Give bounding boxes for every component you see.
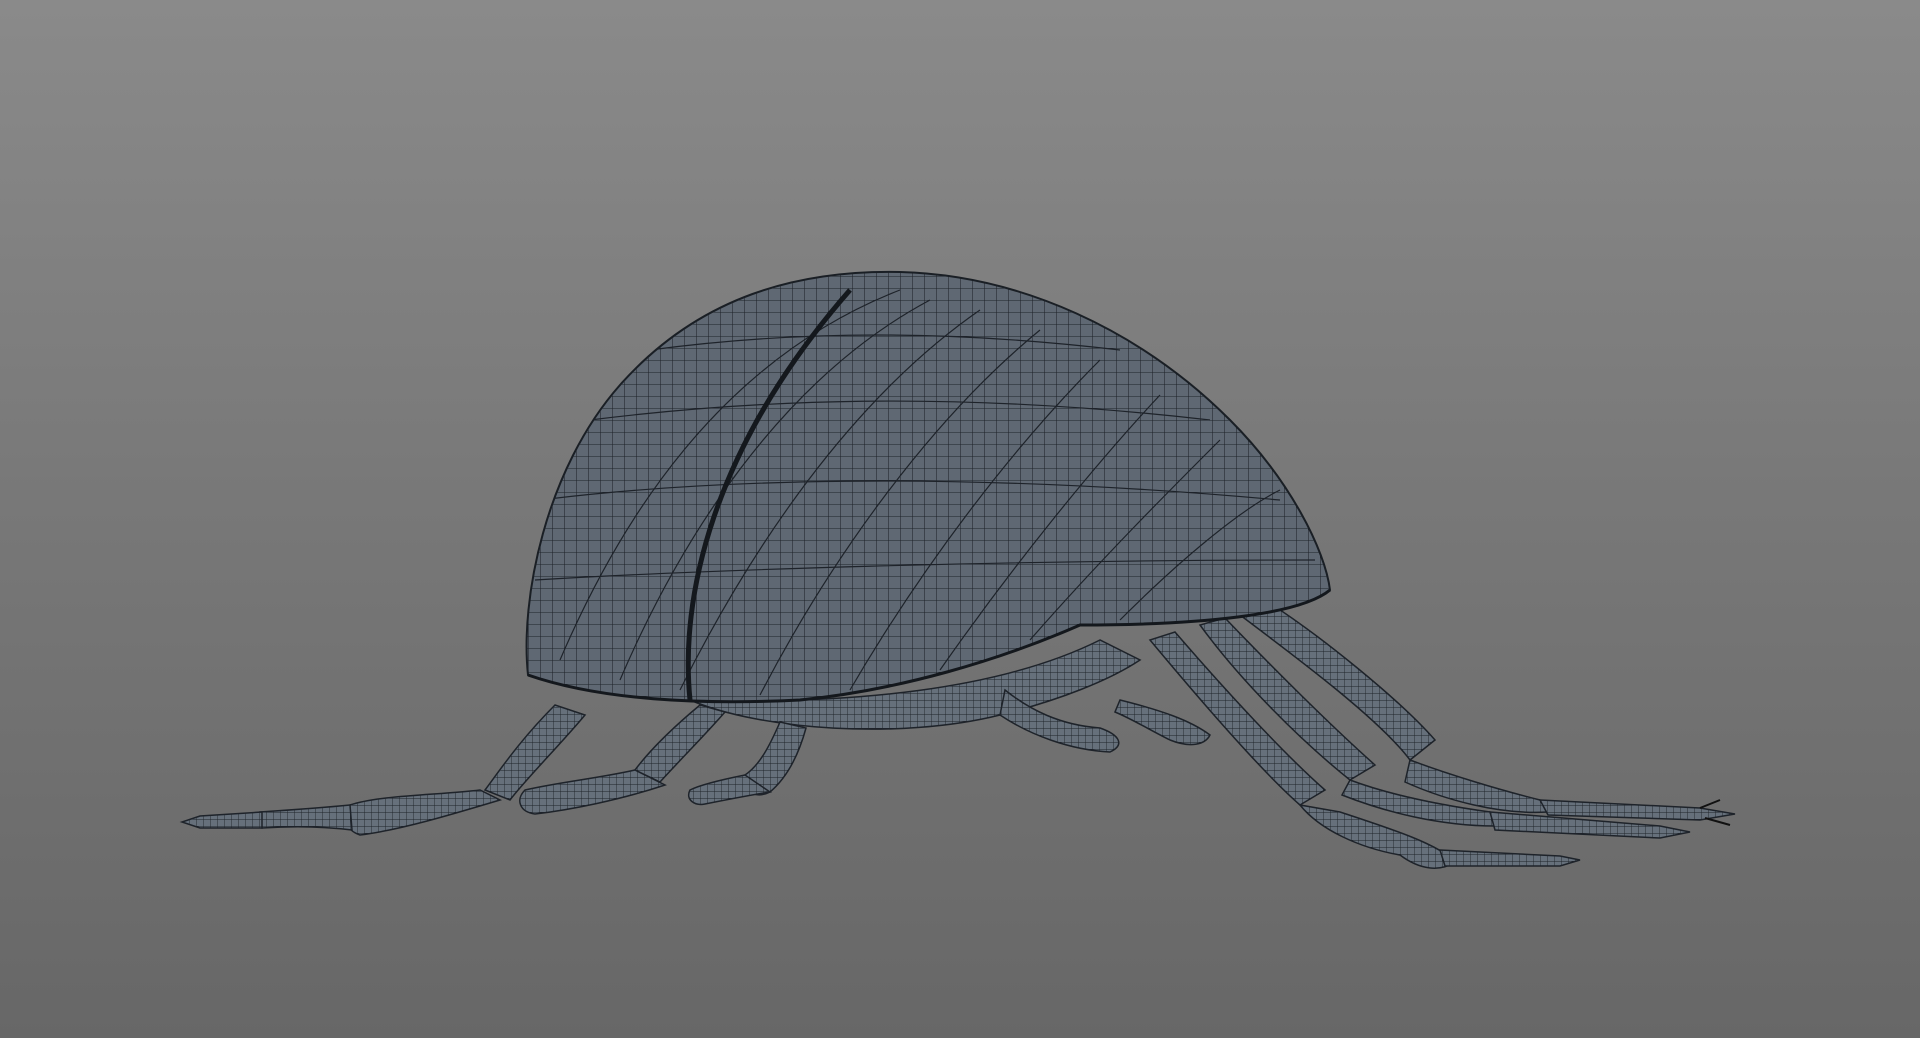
leg-left-rear xyxy=(179,704,587,836)
viewport-canvas[interactable] xyxy=(0,0,1920,1038)
3d-viewport[interactable] xyxy=(0,0,1920,1038)
leg-left-front xyxy=(688,721,807,806)
beetle-model[interactable] xyxy=(179,270,1736,869)
leg-right-front xyxy=(1148,631,1581,869)
